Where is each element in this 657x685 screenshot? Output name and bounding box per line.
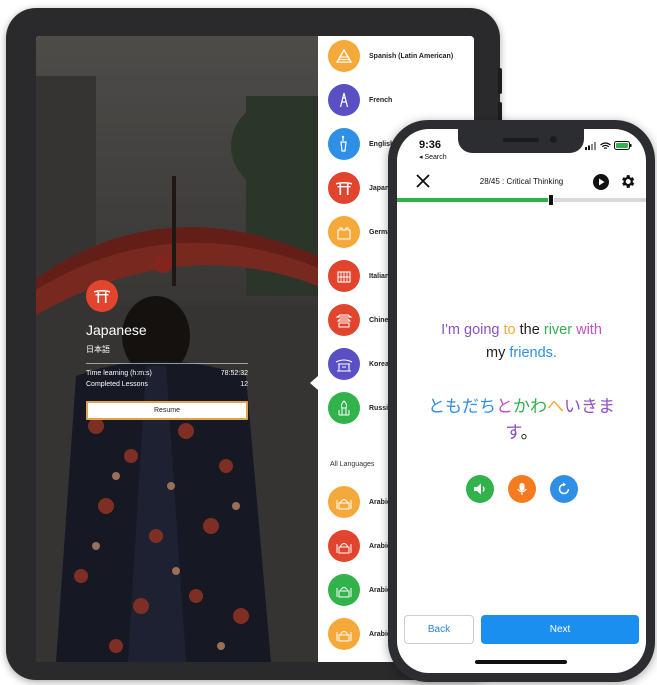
sentence-word[interactable]: いきま: [564, 397, 615, 416]
sentence-word[interactable]: I'm going: [441, 322, 499, 338]
torii-gate-icon: [94, 290, 110, 303]
phone-notch: [458, 129, 584, 153]
japanese-sentence: ともだちとかわへいきます。: [413, 394, 630, 446]
sentence-word[interactable]: へ: [547, 397, 564, 416]
settings-button[interactable]: [619, 173, 636, 190]
sentence-word[interactable]: と: [496, 397, 513, 416]
colosseum-icon: [328, 260, 360, 292]
sentence-word[interactable]: 。: [521, 423, 538, 442]
replay-icon: [558, 482, 570, 495]
language-item-german[interactable]: German: [328, 215, 395, 249]
language-item-arabic[interactable]: Arabic: [328, 529, 391, 563]
record-voice-button[interactable]: [508, 475, 536, 503]
language-item-russian[interactable]: Russian: [328, 391, 396, 425]
language-item-italian[interactable]: Italian: [328, 259, 389, 293]
speaker-icon: [474, 483, 485, 495]
sentence-word[interactable]: ともだち: [428, 397, 496, 416]
korean-temple-icon: [328, 348, 360, 380]
sentence-word[interactable]: かわ: [513, 397, 547, 416]
selected-language-native: 日本語: [86, 345, 110, 354]
mosque-icon: [328, 618, 360, 650]
phone-device: 9:36 ◂ Search 28/45 : Critical Thinking: [388, 120, 655, 682]
language-item-arabic[interactable]: Arabic: [328, 485, 391, 519]
mosque-icon: [328, 530, 360, 562]
language-item-english[interactable]: English: [328, 127, 394, 161]
sentence-word[interactable]: the: [520, 322, 540, 338]
language-item-arabic[interactable]: Arabic: [328, 617, 391, 651]
stat-time-learning: Time learning (h:m:s) 78:52:32: [86, 370, 248, 377]
progress-fill: [397, 198, 552, 202]
language-item-spanish[interactable]: Spanish (Latin American): [328, 39, 453, 73]
replay-button[interactable]: [550, 475, 578, 503]
sentence-word[interactable]: river: [544, 322, 572, 338]
stat-value: 12: [240, 381, 248, 388]
sentence-word[interactable]: す: [505, 423, 520, 442]
castle-icon: [328, 216, 360, 248]
language-item-french[interactable]: French: [328, 83, 392, 117]
mosque-icon: [328, 486, 360, 518]
torii-gate-icon: [328, 172, 360, 204]
sentence-word[interactable]: friends.: [509, 345, 557, 361]
play-lesson-button[interactable]: [593, 174, 609, 190]
english-sentence: I'm going to the river with my friends.: [413, 319, 630, 365]
statue-of-liberty-icon: [328, 128, 360, 160]
wifi-icon: [600, 141, 611, 149]
mosque-icon: [328, 574, 360, 606]
status-icons: [585, 141, 632, 150]
tablet-side-button: [498, 68, 502, 94]
sentence-word[interactable]: my: [486, 345, 505, 361]
stat-completed-lessons: Completed Lessons 12: [86, 381, 248, 388]
selection-pointer: [310, 376, 318, 390]
resume-button[interactable]: Resume: [86, 401, 248, 420]
gear-icon: [622, 175, 635, 188]
language-name: Italian: [369, 272, 390, 280]
stat-value: 78:52:32: [220, 370, 248, 377]
selected-language-name: Japanese: [86, 322, 147, 338]
eiffel-tower-icon: [328, 84, 360, 116]
stats-divider: [86, 363, 248, 364]
play-audio-button[interactable]: [466, 475, 494, 503]
progress-handle[interactable]: [548, 194, 555, 206]
front-camera: [550, 136, 557, 143]
sentence-word[interactable]: to: [504, 322, 516, 338]
language-item-chinese[interactable]: Chinese: [328, 303, 396, 337]
pagoda-icon: [328, 304, 360, 336]
language-name: Spanish (Latin American): [369, 52, 454, 60]
stat-label: Time learning (h:m:s): [86, 370, 152, 377]
sentence-word[interactable]: with: [576, 322, 602, 338]
selected-language-badge: [86, 280, 118, 312]
speaker-grille: [503, 138, 539, 142]
all-languages-heading: All Languages: [330, 461, 375, 468]
photo-overlay: [36, 36, 318, 662]
status-time: 9:36: [419, 139, 442, 151]
back-button[interactable]: Back: [404, 615, 474, 644]
language-item-arabic[interactable]: Arabic: [328, 573, 391, 607]
stat-label: Completed Lessons: [86, 381, 148, 388]
play-icon: [593, 174, 609, 190]
onion-dome-icon: [328, 392, 360, 424]
language-hero-photo: [36, 36, 318, 662]
pyramid-icon: [328, 40, 360, 72]
language-item-korean[interactable]: Korean: [328, 347, 393, 381]
next-button[interactable]: Next: [481, 615, 639, 644]
signal-icon: [585, 141, 596, 150]
home-indicator: [475, 660, 567, 664]
microphone-icon: [517, 483, 527, 495]
back-to-search-link[interactable]: ◂ Search: [419, 153, 447, 161]
lesson-progress-bar: [397, 194, 646, 206]
language-name: French: [369, 96, 393, 104]
phone-screen: 9:36 ◂ Search 28/45 : Critical Thinking: [397, 129, 646, 673]
battery-icon: [614, 141, 632, 150]
